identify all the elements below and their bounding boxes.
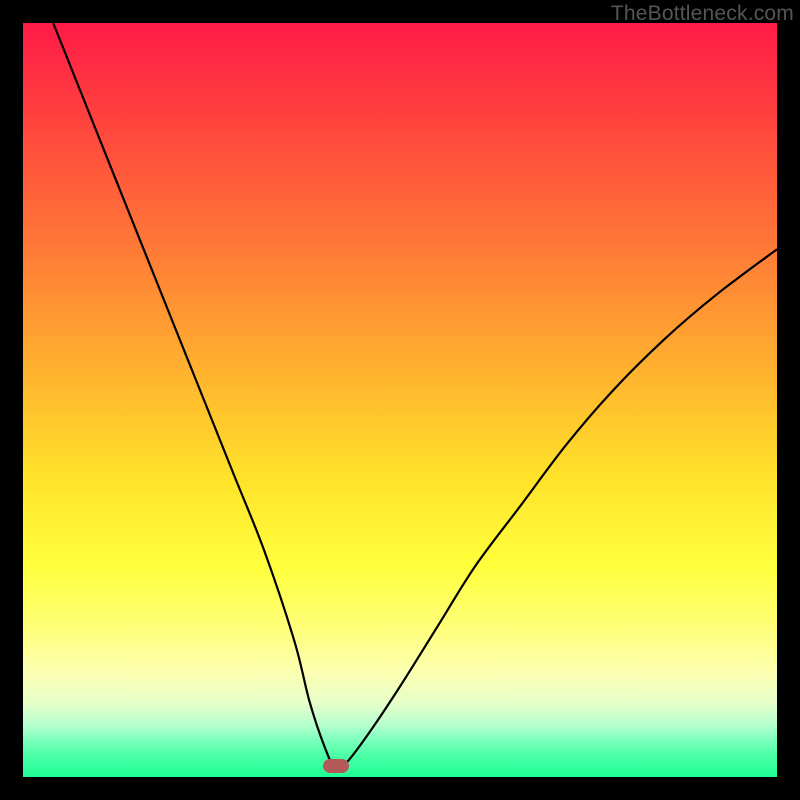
curve-svg xyxy=(23,23,777,777)
minimum-marker xyxy=(323,759,349,773)
plot-area xyxy=(23,23,777,777)
chart-frame: TheBottleneck.com xyxy=(0,0,800,800)
bottleneck-curve xyxy=(53,23,777,770)
